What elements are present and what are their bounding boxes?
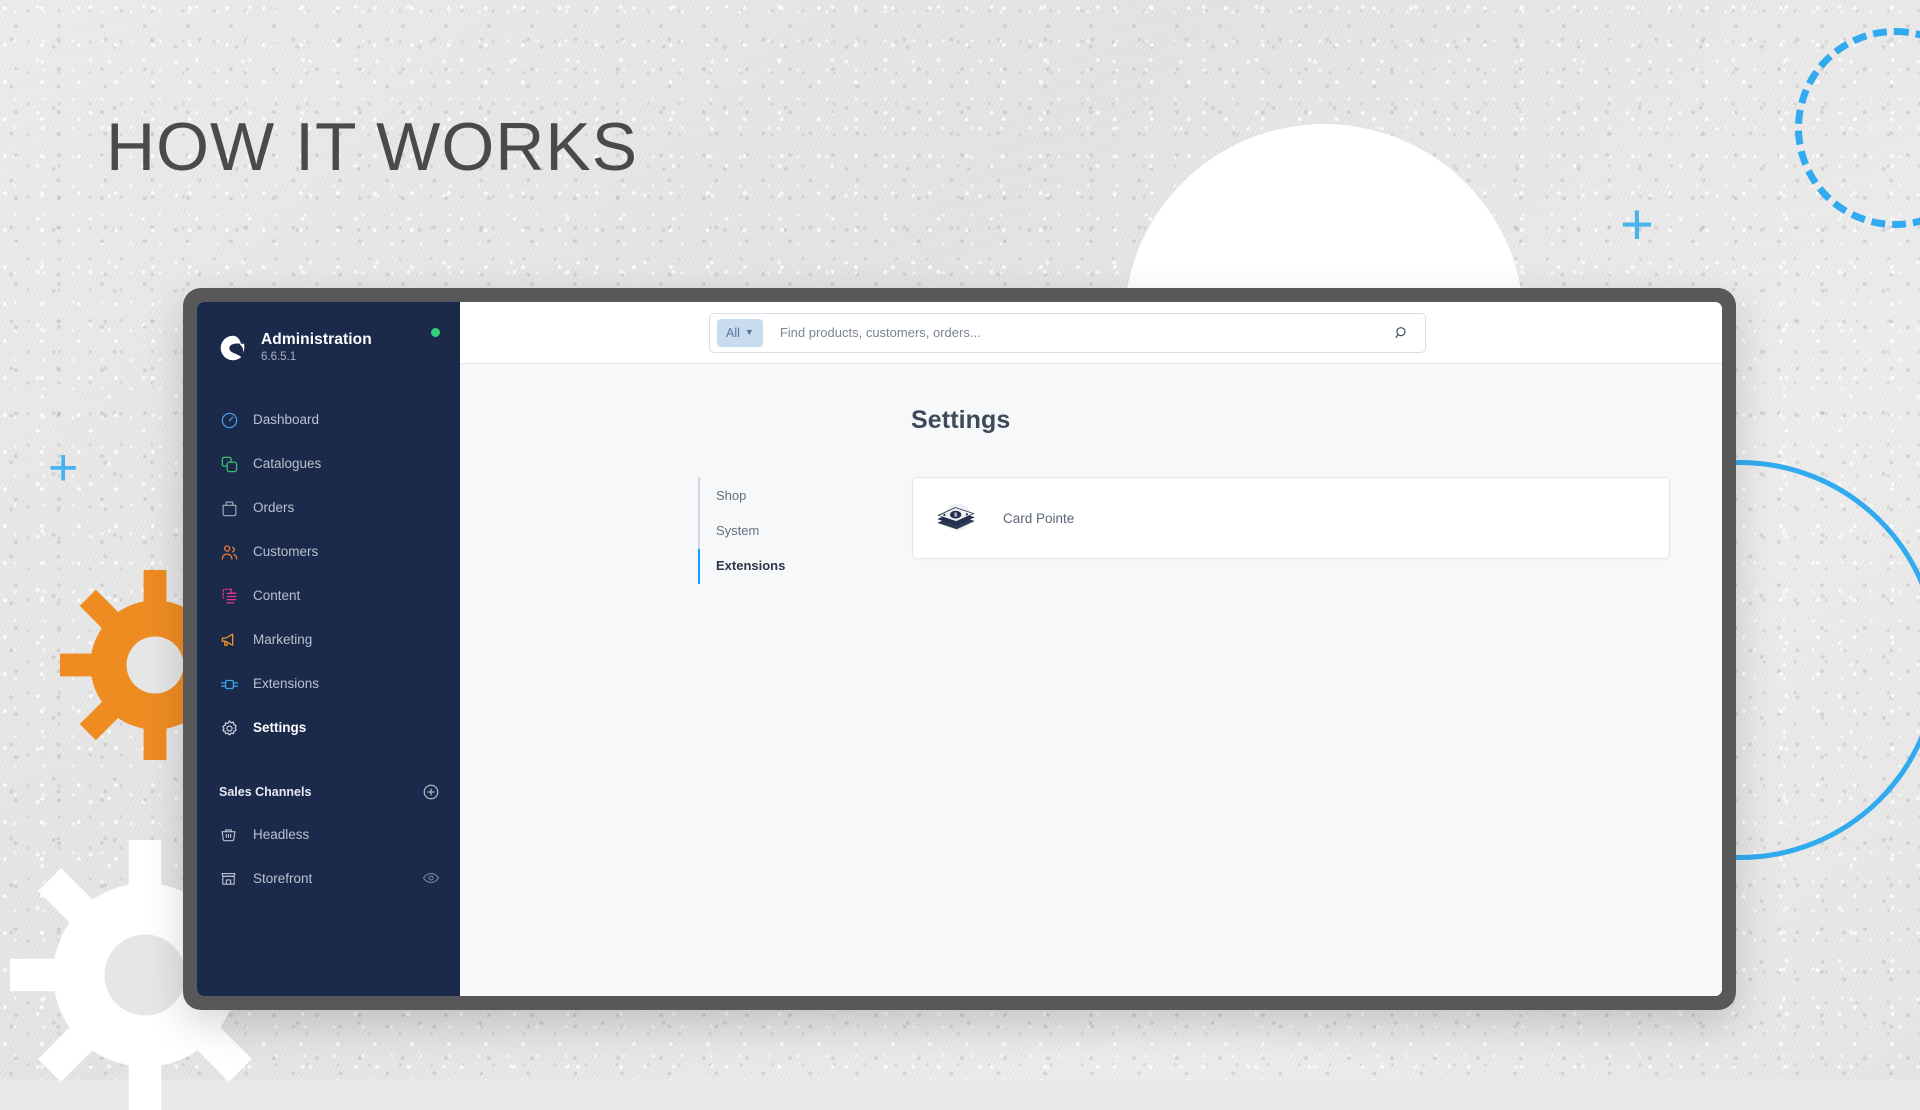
content-document-icon	[219, 586, 239, 606]
sidebar-channel-headless[interactable]: Headless	[197, 812, 460, 856]
sidebar-item-dashboard[interactable]: Dashboard	[197, 398, 460, 442]
search-input[interactable]	[762, 325, 1389, 340]
device-screen: Administration 6.6.5.1 Dashboard Catalog…	[197, 302, 1722, 996]
sidebar-item-label: Content	[253, 588, 301, 604]
sidebar-item-label: Settings	[253, 720, 307, 736]
sidebar-item-settings[interactable]: Settings	[197, 706, 460, 750]
sub-nav-label: Shop	[716, 488, 747, 503]
dashboard-gauge-icon	[219, 410, 239, 430]
settings-sub-nav: Shop System Extensions	[698, 477, 888, 584]
sidebar-item-content[interactable]: Content	[197, 574, 460, 618]
catalogues-copy-icon	[219, 454, 239, 474]
extension-card-name: Card Pointe	[1003, 510, 1075, 526]
sidebar-item-label: Customers	[253, 544, 319, 560]
sidebar-channel-storefront[interactable]: Storefront	[197, 856, 460, 900]
sidebar-item-extensions[interactable]: Extensions	[197, 662, 460, 706]
sidebar-item-label: Dashboard	[253, 412, 320, 428]
search-scope-dropdown[interactable]: All ▼	[717, 318, 763, 347]
marketing-megaphone-icon	[219, 630, 239, 650]
settings-body: Shop System Extensions $ Card Pointe	[460, 477, 1722, 584]
storefront-shop-icon	[219, 869, 237, 887]
chevron-down-icon: ▼	[744, 327, 754, 337]
cash-stack-icon: $	[931, 493, 981, 543]
shopware-logo-icon	[220, 335, 245, 361]
eye-icon[interactable]	[422, 869, 440, 887]
page-title: Settings	[911, 406, 1011, 434]
sales-channels-heading: Sales Channels	[219, 785, 312, 799]
sub-nav-label: Extensions	[716, 557, 786, 573]
customers-people-icon	[219, 542, 239, 562]
sub-nav-label: System	[716, 522, 760, 538]
sub-nav-item-shop[interactable]: Shop	[698, 479, 888, 514]
sidebar-item-marketing[interactable]: Marketing	[197, 618, 460, 662]
extension-card-card-pointe[interactable]: $ Card Pointe	[912, 477, 1670, 559]
brand-text-block: Administration 6.6.5.1	[261, 331, 431, 365]
sidebar-nav: Dashboard Catalogues Orders Customers Co…	[197, 398, 460, 750]
global-search-bar[interactable]: All ▼	[709, 312, 1426, 353]
sidebar-item-label: Orders	[253, 500, 295, 516]
sidebar-channel-label: Headless	[253, 826, 310, 842]
orders-bag-icon	[219, 498, 239, 518]
sales-channels-header: Sales Channels	[197, 772, 460, 812]
sidebar-item-label: Extensions	[253, 676, 320, 692]
sidebar-item-catalogues[interactable]: Catalogues	[197, 442, 460, 486]
headless-basket-icon	[219, 825, 237, 843]
brand-title: Administration	[261, 331, 372, 349]
status-dot-online	[431, 328, 440, 337]
settings-gear-icon	[219, 718, 239, 738]
add-circle-icon[interactable]	[422, 783, 440, 801]
device-frame: Administration 6.6.5.1 Dashboard Catalog…	[183, 288, 1736, 1010]
search-scope-label: All	[726, 325, 740, 340]
main-column: All ▼ Settings Shop	[460, 302, 1722, 996]
brand-version: 6.6.5.1	[261, 350, 297, 363]
sidebar-channel-label: Storefront	[253, 870, 313, 886]
content-area: Settings Shop System Extensions $ Card P…	[460, 364, 1722, 996]
extension-cards-column: $ Card Pointe	[888, 477, 1722, 584]
sub-nav-item-extensions[interactable]: Extensions	[698, 548, 888, 584]
top-bar: All ▼	[460, 302, 1722, 364]
sidebar-item-label: Catalogues	[253, 456, 322, 472]
sidebar-item-label: Marketing	[253, 632, 313, 648]
extensions-plug-icon	[219, 674, 239, 694]
sidebar-item-orders[interactable]: Orders	[197, 486, 460, 530]
search-icon[interactable]	[1389, 320, 1415, 346]
sidebar: Administration 6.6.5.1 Dashboard Catalog…	[197, 302, 460, 996]
page-headline: HOW IT WORKS	[106, 109, 639, 185]
sidebar-brand[interactable]: Administration 6.6.5.1	[197, 324, 460, 372]
sidebar-item-customers[interactable]: Customers	[197, 530, 460, 574]
sub-nav-item-system[interactable]: System	[698, 514, 888, 549]
